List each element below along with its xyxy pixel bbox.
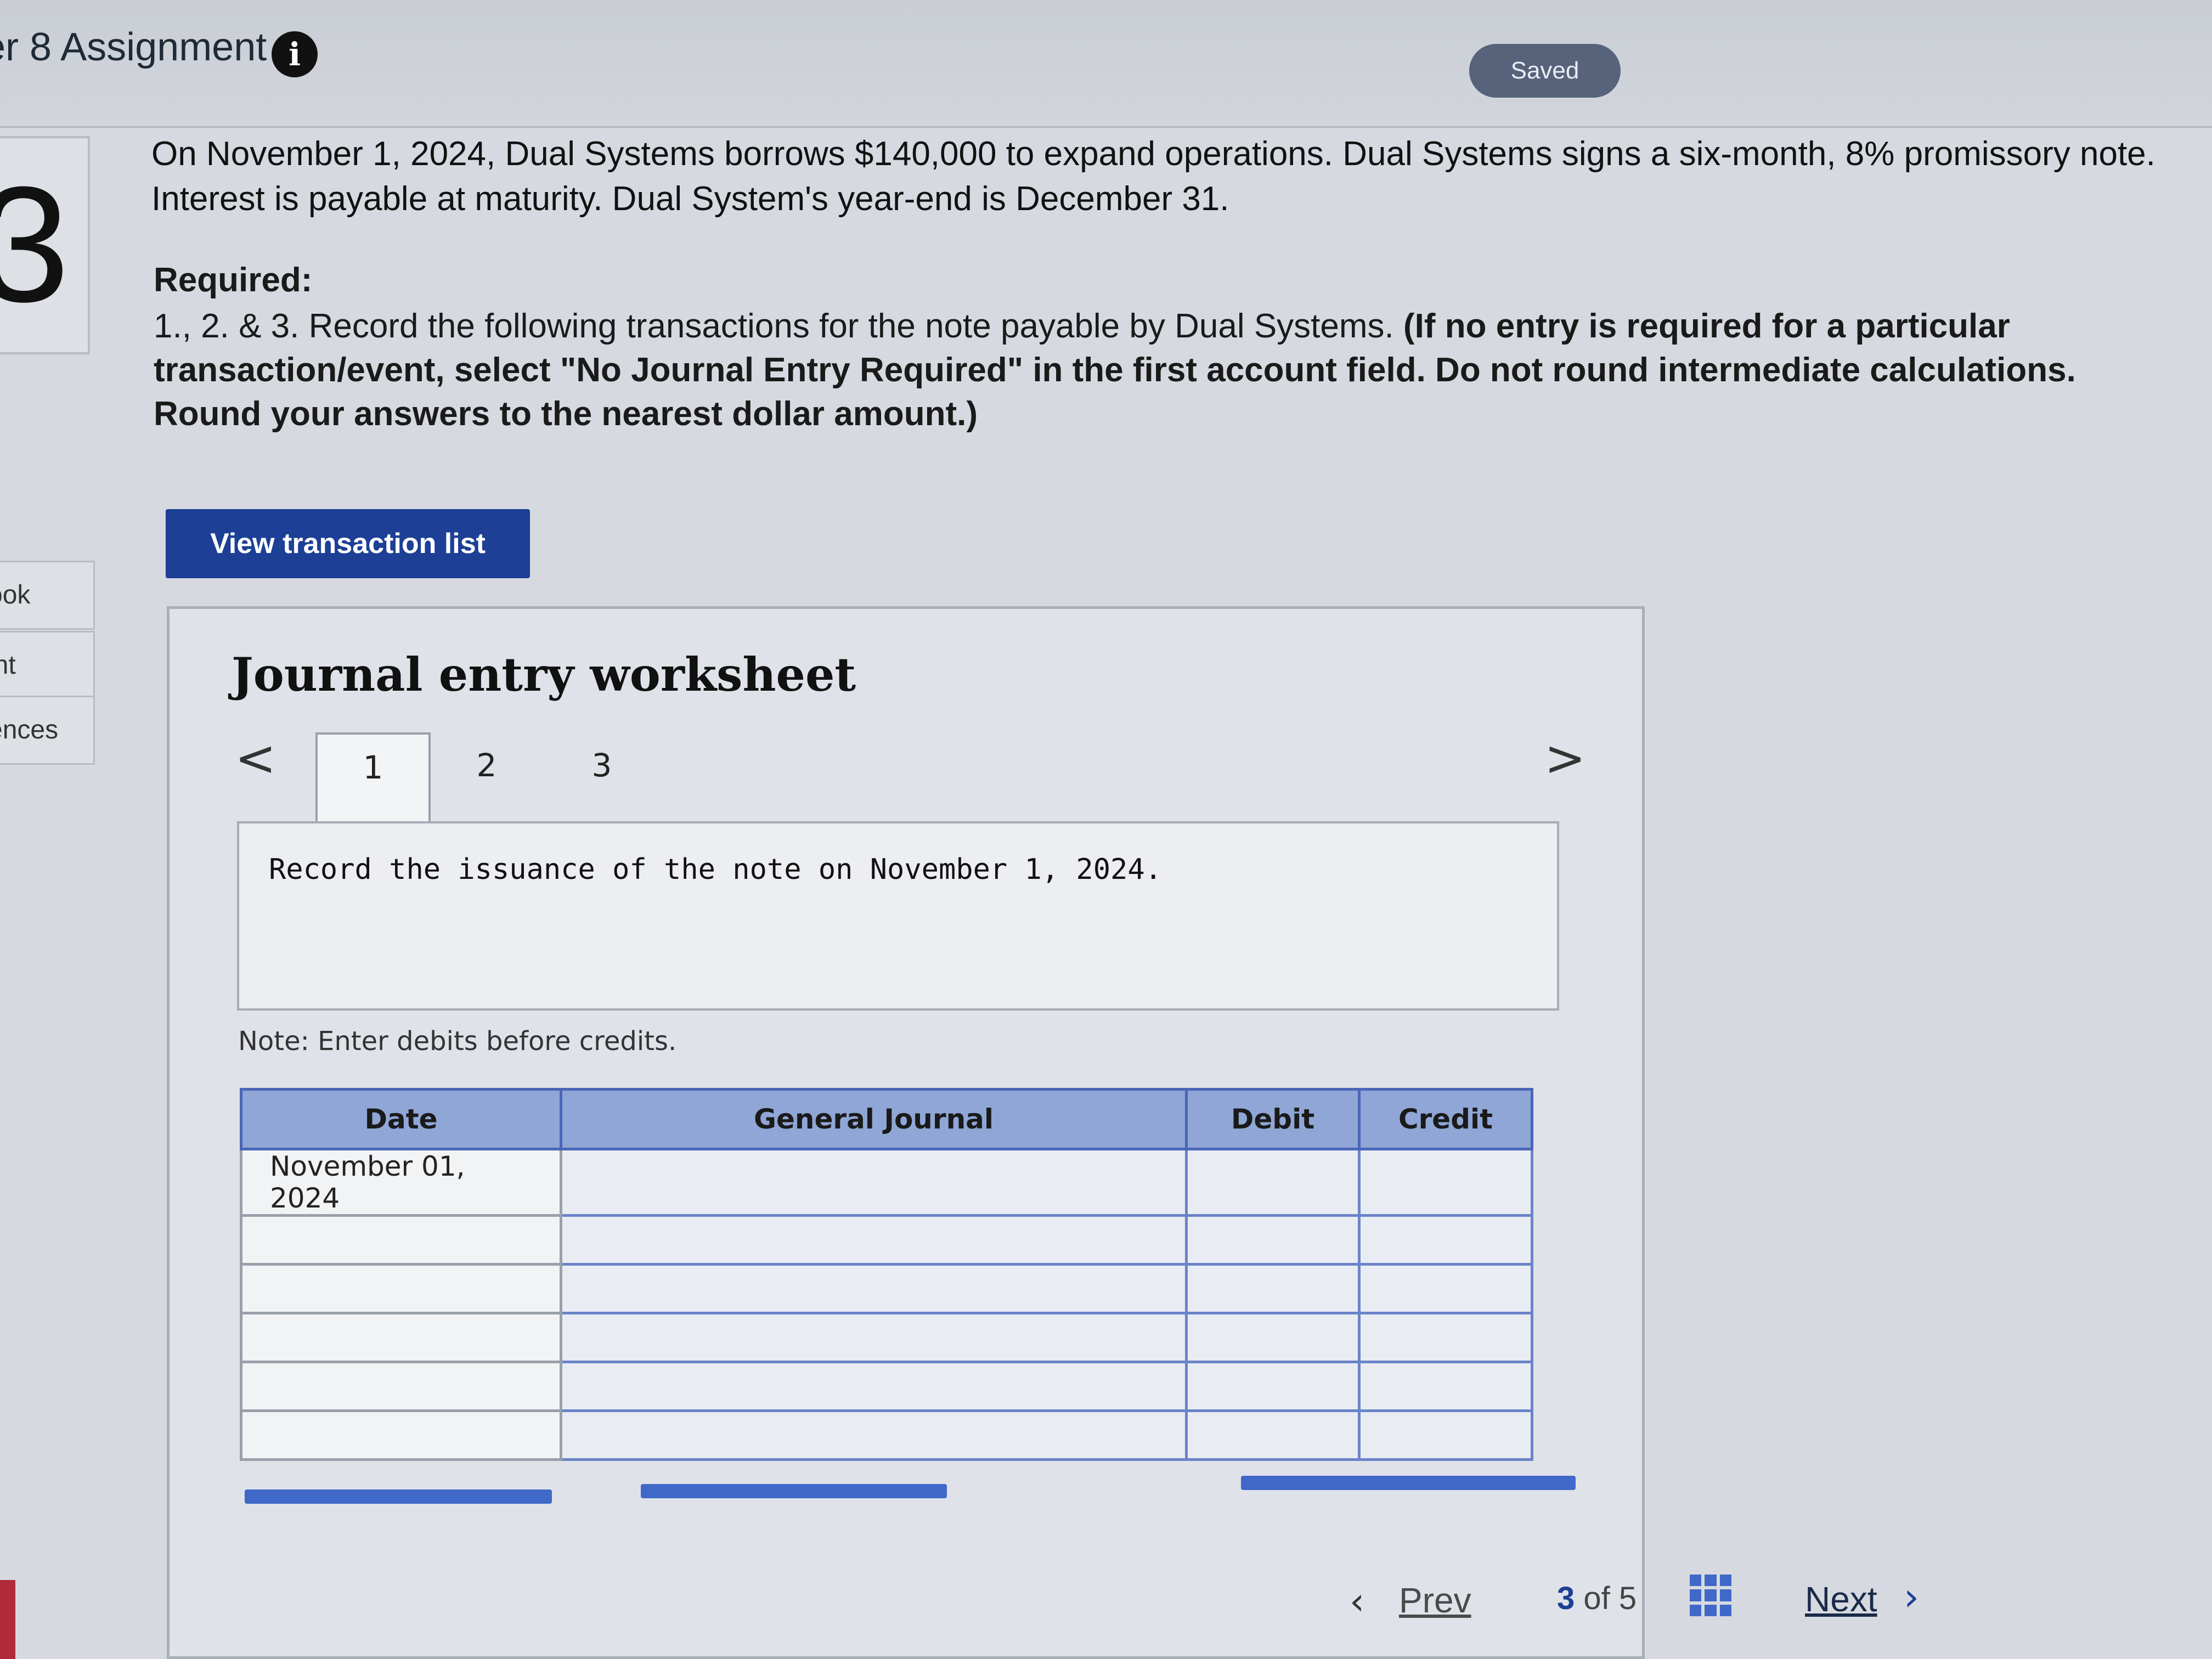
header-credit: Credit (1358, 1088, 1533, 1150)
header-date: Date (240, 1088, 562, 1150)
prev-button[interactable]: Prev (1399, 1580, 1471, 1621)
account-field[interactable] (560, 1263, 1188, 1314)
credit-field[interactable] (1358, 1361, 1533, 1412)
debit-field[interactable] (1185, 1263, 1361, 1314)
table-row (240, 1361, 1533, 1412)
credit-field[interactable] (1358, 1214, 1533, 1266)
date-cell[interactable] (240, 1214, 562, 1266)
account-field[interactable] (560, 1148, 1188, 1217)
date-cell[interactable] (240, 1361, 562, 1412)
prev-chevron-icon[interactable]: ‹ (1350, 1580, 1364, 1623)
table-row (240, 1214, 1533, 1266)
header-general-journal: General Journal (560, 1088, 1188, 1150)
debit-field[interactable] (1185, 1214, 1361, 1266)
date-cell[interactable] (240, 1263, 562, 1314)
chevron-left-icon[interactable]: < (235, 730, 276, 787)
view-general-journal-button-partial[interactable] (1241, 1476, 1576, 1490)
debit-field[interactable] (1185, 1312, 1361, 1363)
of-label: of (1583, 1581, 1610, 1616)
account-field[interactable] (560, 1361, 1188, 1412)
next-button[interactable]: Next (1805, 1579, 1877, 1620)
debits-note: Note: Enter debits before credits. (238, 1026, 677, 1057)
debit-field[interactable] (1185, 1148, 1361, 1217)
grid-icon[interactable] (1690, 1575, 1731, 1616)
credit-field[interactable] (1358, 1409, 1533, 1461)
tab-2[interactable]: 2 (429, 732, 544, 821)
tab-1[interactable]: 1 (315, 732, 431, 821)
date-cell[interactable] (240, 1312, 562, 1363)
current-page: 3 (1557, 1581, 1575, 1616)
credit-field[interactable] (1358, 1148, 1533, 1217)
question-number: 3 (0, 152, 70, 336)
credit-field[interactable] (1358, 1263, 1533, 1314)
sidebar-item-print[interactable]: int (0, 631, 95, 700)
corner-tab (0, 1580, 15, 1659)
account-field[interactable] (560, 1214, 1188, 1266)
transaction-description: Record the issuance of the note on Novem… (269, 853, 1162, 886)
saved-status-badge: Saved (1469, 44, 1621, 98)
next-chevron-icon[interactable]: › (1904, 1575, 1919, 1620)
info-icon[interactable]: i (272, 31, 318, 77)
table-header-row: Date General Journal Debit Credit (240, 1088, 1533, 1150)
view-transaction-list-button[interactable]: View transaction list (166, 509, 530, 578)
account-field[interactable] (560, 1312, 1188, 1363)
clear-entry-button-partial[interactable] (641, 1484, 947, 1498)
top-bar (0, 0, 2212, 128)
total-pages: 5 (1618, 1581, 1637, 1616)
transaction-description-box (237, 821, 1559, 1011)
table-row (240, 1263, 1533, 1314)
assignment-title: er 8 Assignment (0, 25, 267, 69)
page-indicator: 3 of 5 (1557, 1580, 1637, 1617)
date-cell[interactable] (240, 1409, 562, 1461)
journal-table: Date General Journal Debit Credit Novemb… (240, 1088, 1533, 1461)
tab-3[interactable]: 3 (544, 732, 659, 821)
instruction-prefix: 1., 2. & 3. Record the following transac… (154, 307, 1394, 345)
table-row (240, 1409, 1533, 1461)
sidebar-item-ebook[interactable]: ook (0, 561, 95, 630)
record-entry-button-partial[interactable] (245, 1489, 552, 1504)
date-cell[interactable]: November 01, 2024 (240, 1148, 562, 1217)
credit-field[interactable] (1358, 1312, 1533, 1363)
header-debit: Debit (1185, 1088, 1361, 1150)
instructions: 1., 2. & 3. Record the following transac… (154, 304, 2183, 436)
worksheet-title: Journal entry worksheet (232, 647, 856, 702)
account-field[interactable] (560, 1409, 1188, 1461)
chevron-right-icon[interactable]: > (1544, 730, 1585, 787)
required-label: Required: (154, 261, 313, 299)
debit-field[interactable] (1185, 1361, 1361, 1412)
table-row (240, 1312, 1533, 1363)
table-row: November 01, 2024 (240, 1148, 1533, 1217)
question-text: On November 1, 2024, Dual Systems borrow… (151, 135, 2155, 218)
debit-field[interactable] (1185, 1409, 1361, 1461)
sidebar-item-references[interactable]: ences (0, 696, 95, 765)
